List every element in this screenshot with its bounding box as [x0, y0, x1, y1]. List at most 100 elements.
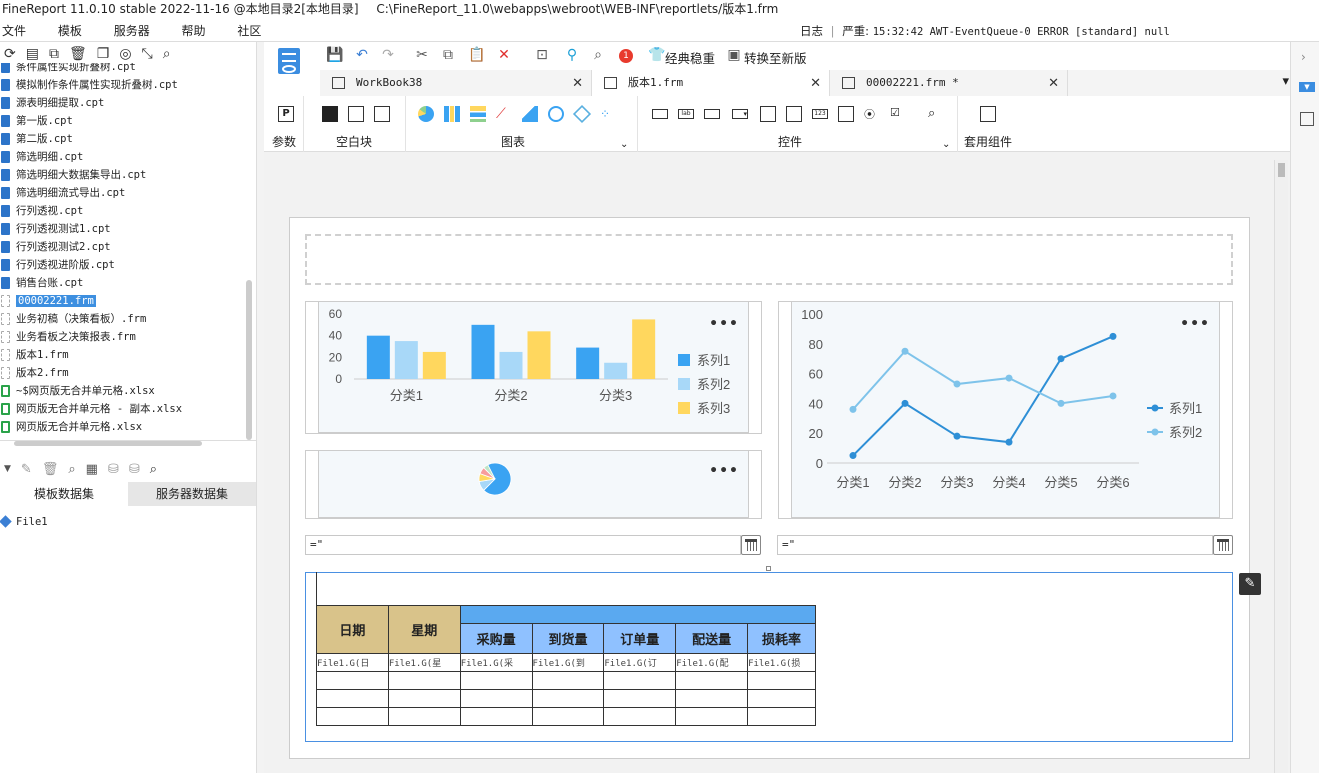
check-icon[interactable]: ⌕ — [590, 47, 606, 63]
close-icon[interactable]: ✕ — [1048, 70, 1059, 96]
collapse-icon[interactable]: ⤡ — [142, 46, 153, 62]
list-widget-icon[interactable] — [760, 106, 776, 122]
empty-cell[interactable] — [747, 707, 816, 726]
formula-cell[interactable]: File1.G(到 — [531, 653, 605, 672]
button-widget-icon[interactable] — [704, 109, 720, 119]
area-chart-icon[interactable] — [522, 106, 538, 122]
delete-icon[interactable]: 🗑 — [69, 46, 87, 62]
tab-menu-icon[interactable]: ▾ — [1282, 74, 1289, 89]
empty-cell[interactable] — [459, 689, 533, 708]
column-chart-icon[interactable] — [470, 106, 486, 122]
dataset-search-icon[interactable]: ⌕ — [150, 462, 157, 477]
cut-icon[interactable]: ✂ — [414, 47, 430, 63]
combo-widget-icon[interactable]: ▾ — [732, 109, 748, 119]
empty-cell[interactable] — [531, 689, 605, 708]
component-panel-icon[interactable] — [1300, 112, 1314, 126]
header-order[interactable]: 订单量 — [603, 623, 677, 654]
header-loss-rate[interactable]: 损耗率 — [747, 623, 816, 654]
status-message[interactable]: 日志 | 严重: 15:32:42 AWT-EventQueue-0 ERROR… — [800, 20, 1170, 42]
resize-handle[interactable] — [766, 566, 771, 571]
paste-icon[interactable]: 📋 — [468, 47, 485, 63]
redo-icon[interactable]: ↷ — [380, 47, 396, 63]
search-widget-icon[interactable]: ⌕ — [928, 106, 944, 122]
empty-cell[interactable] — [747, 671, 816, 690]
title-placeholder[interactable] — [305, 234, 1233, 285]
template-icon[interactable]: ▤ — [26, 46, 39, 62]
header-purchase[interactable]: 采购量 — [459, 623, 533, 654]
empty-cell[interactable] — [531, 707, 605, 726]
notification-badge[interactable]: 1 — [619, 49, 633, 63]
empty-cell[interactable] — [459, 707, 533, 726]
menu-template[interactable]: 模板 — [56, 20, 82, 42]
empty-cell[interactable] — [316, 689, 389, 708]
canvas-scrollbar[interactable] — [1274, 160, 1288, 773]
date-input-start[interactable]: =" — [305, 535, 741, 555]
file-tree-item[interactable]: 行列透视进阶版.cpt — [0, 256, 256, 274]
calendar-icon[interactable] — [741, 535, 761, 555]
file-tree-item[interactable]: 销售台账.cpt — [0, 274, 256, 292]
close-icon[interactable]: ✕ — [572, 70, 583, 96]
pie-chart-icon[interactable] — [418, 106, 434, 122]
radar-chart-icon[interactable] — [572, 104, 592, 124]
file-tree-item[interactable]: 行列透视测试1.cpt — [0, 220, 256, 238]
file-tree-item[interactable]: 第二版.cpt — [0, 130, 256, 148]
file-tree-item[interactable]: 业务初稿（决策看板）.frm — [0, 310, 256, 328]
duplicate-icon[interactable]: ❐ — [97, 46, 110, 62]
report-grid[interactable]: 日期 星期 采购量 到货量 订单量 配送量 损耗率 File1.G(日 File… — [316, 572, 817, 730]
empty-cell[interactable] — [459, 671, 533, 690]
tab-workbook38[interactable]: WorkBook38 ✕ — [320, 70, 592, 96]
tab-layout-icon[interactable] — [374, 106, 390, 122]
tree-horizontal-scrollbar[interactable] — [14, 441, 202, 446]
number-widget-icon[interactable]: 123 — [812, 109, 828, 119]
header-delivery[interactable]: 配送量 — [675, 623, 749, 654]
close-icon[interactable]: ✕ — [810, 70, 821, 96]
header-group-bar[interactable] — [459, 605, 817, 624]
menu-file[interactable]: 文件 — [0, 20, 26, 42]
copy-tool-icon[interactable]: ⧉ — [440, 47, 456, 63]
tab-server-dataset[interactable]: 服务器数据集 — [128, 482, 256, 506]
formula-cell[interactable]: File1.G(损 — [747, 653, 816, 672]
file-tree-item[interactable]: 行列透视测试2.cpt — [0, 238, 256, 256]
radio-widget-icon[interactable]: ⦿ — [864, 106, 880, 122]
file-tree-item[interactable]: 模拟制作条件属性实现折叠树.cpt — [0, 76, 256, 94]
header-date[interactable]: 日期 — [316, 605, 389, 654]
empty-cell[interactable] — [387, 671, 461, 690]
file-tree-item[interactable]: 条件属性实现折叠树.cpt — [0, 63, 256, 76]
empty-cell[interactable] — [747, 689, 816, 708]
chevron-down-icon[interactable]: ⌄ — [620, 139, 628, 150]
gauge-chart-icon[interactable] — [548, 106, 564, 122]
chevron-down-icon[interactable]: ⌄ — [942, 139, 950, 150]
file-tree-item[interactable]: 筛选明细大数据集导出.cpt — [0, 166, 256, 184]
menu-community[interactable]: 社区 — [235, 20, 261, 42]
textarea-widget-icon[interactable] — [838, 106, 854, 122]
classic-theme-button[interactable]: 经典稳重 — [665, 48, 715, 67]
menu-server[interactable]: 服务器 — [112, 20, 150, 42]
empty-cell[interactable] — [316, 707, 389, 726]
file-tree-item[interactable]: 网页版无合并单元格 - 副本.xlsx — [0, 400, 256, 418]
dropdown-icon[interactable]: ▼ — [4, 464, 11, 474]
empty-cell[interactable] — [387, 707, 461, 726]
empty-cell[interactable] — [316, 671, 389, 690]
tree-scrollbar[interactable] — [246, 280, 252, 440]
calendar-icon[interactable] — [1213, 535, 1233, 555]
file-tree-item[interactable]: 网页版无合并单元格.xlsx — [0, 418, 256, 436]
preview-tool-icon[interactable]: ⊡ — [534, 47, 550, 63]
chevron-right-icon[interactable]: › — [1301, 50, 1306, 64]
locate-icon[interactable]: ◎ — [119, 46, 131, 62]
form-template-icon[interactable] — [278, 48, 300, 74]
tab-00002221[interactable]: 00002221.frm * ✕ — [830, 70, 1068, 96]
search-icon[interactable]: ⌕ — [163, 46, 171, 62]
tab-version1[interactable]: 版本1.frm ✕ — [592, 70, 830, 96]
save-icon[interactable]: 💾 — [326, 47, 343, 63]
formula-cell[interactable]: File1.G(星 — [387, 653, 461, 672]
formula-cell[interactable]: File1.G(配 — [675, 653, 749, 672]
delete-dataset-icon[interactable]: 🗑 — [42, 462, 59, 477]
dataset-icon[interactable]: ▦ — [86, 462, 98, 477]
grid-layout-icon[interactable] — [348, 106, 364, 122]
file-tree-item[interactable]: 业务看板之决策报表.frm — [0, 328, 256, 346]
file-tree-item[interactable]: 筛选明细.cpt — [0, 148, 256, 166]
cloud-icon[interactable]: ⚲ — [564, 47, 580, 63]
header-arrival[interactable]: 到货量 — [531, 623, 605, 654]
file-tree-item[interactable]: ~$网页版无合并单元格.xlsx — [0, 382, 256, 400]
copy-icon[interactable]: ⧉ — [49, 46, 59, 62]
